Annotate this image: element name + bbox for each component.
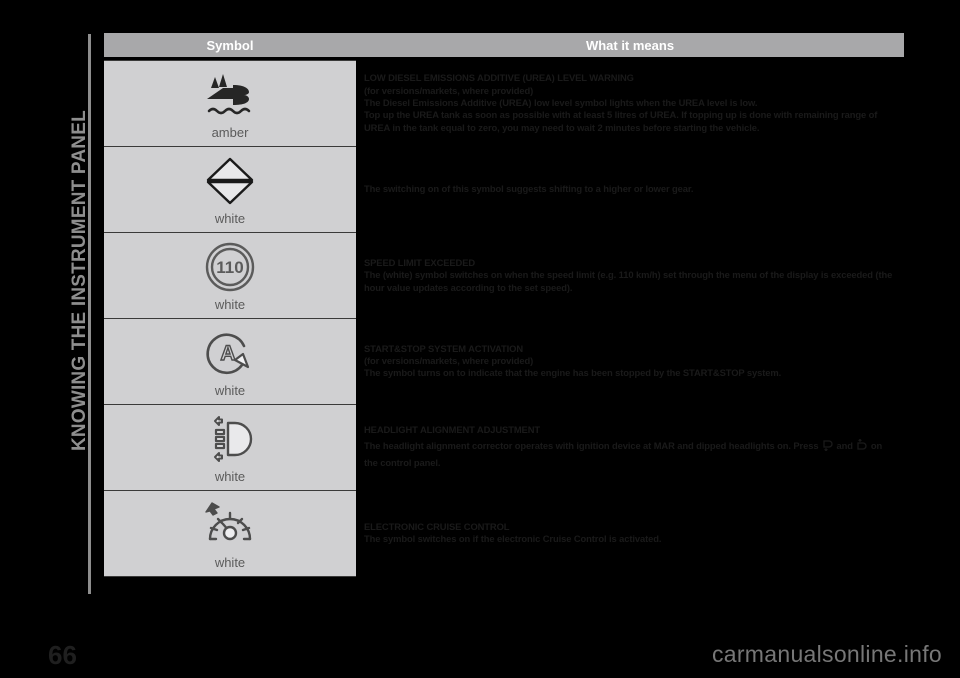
meaning-cell: ELECTRONIC CRUISE CONTROL The symbol swi… xyxy=(356,490,904,577)
watermark: carmanualsonline.info xyxy=(711,641,942,667)
symbol-color-label: white xyxy=(214,469,246,484)
meaning-cell: LOW DIESEL EMISSIONS ADDITIVE (UREA) LEV… xyxy=(356,60,904,147)
cruise-control-icon xyxy=(205,502,252,541)
meaning-title: SPEED LIMIT EXCEEDED xyxy=(364,256,476,268)
meaning-body: The headlight alignment corrector operat… xyxy=(364,437,898,471)
table-row: 110 white SPEED LIMIT EXCEEDED The (whit… xyxy=(104,232,904,319)
column-header-meaning: What it means xyxy=(356,33,904,57)
symbol-color-label: white xyxy=(214,297,246,312)
symbol-cell: white xyxy=(104,490,356,577)
meaning-body-2: Top up the UREA tank as soon as possible… xyxy=(364,109,878,133)
headlight-up-button-icon xyxy=(857,438,867,450)
meaning-body: The (white) symbol switches on when the … xyxy=(364,269,893,293)
symbol-color-label: white xyxy=(214,555,246,570)
table-header: Symbol What it means xyxy=(104,33,904,61)
table-row: white HEADLIGHT ALIGNMENT ADJUSTMENT The… xyxy=(104,404,904,491)
meaning-cell: START&STOP SYSTEM ACTIVATION (for versio… xyxy=(356,318,904,405)
symbol-cell: white xyxy=(104,404,356,491)
gear-shift-indicator-icon xyxy=(206,157,254,205)
speed-limit-exceeded-icon: 110 xyxy=(205,242,255,292)
page-number: 66 xyxy=(48,640,77,670)
symbol-cell: A white xyxy=(104,318,356,405)
meaning-body: The symbol turns on to indicate that the… xyxy=(364,367,782,379)
speed-limit-value: 110 xyxy=(216,258,243,277)
symbol-color-label: amber xyxy=(211,125,249,140)
start-stop-system-icon: A xyxy=(206,333,250,375)
column-header-symbol: Symbol xyxy=(104,33,356,57)
table-row: white ELECTRONIC CRUISE CONTROL The symb… xyxy=(104,490,904,577)
symbol-cell: amber xyxy=(104,60,356,147)
meaning-body: The switching on of this symbol suggests… xyxy=(364,183,694,195)
meaning-cell: HEADLIGHT ALIGNMENT ADJUSTMENT The headl… xyxy=(356,404,904,491)
headlight-alignment-icon xyxy=(214,416,253,462)
meaning-title: ELECTRONIC CRUISE CONTROL xyxy=(364,521,510,533)
meaning-title: START&STOP SYSTEM ACTIVATION xyxy=(364,343,524,354)
table-row: amber LOW DIESEL EMISSIONS ADDITIVE (URE… xyxy=(104,60,904,147)
symbol-cell: 110 white xyxy=(104,232,356,319)
meaning-subtitle: (for versions/markets, where provided) xyxy=(364,355,534,367)
meaning-title: HEADLIGHT ALIGNMENT ADJUSTMENT xyxy=(364,424,540,436)
symbol-color-label: white xyxy=(214,383,246,398)
chapter-rule xyxy=(88,34,91,594)
svg-text:A: A xyxy=(220,342,235,365)
meaning-cell: The switching on of this symbol suggests… xyxy=(356,146,904,233)
meaning-subtitle: (for versions/markets, where provided) xyxy=(364,84,534,96)
symbol-color-label: white xyxy=(214,211,246,226)
table-row: A white START&STOP SYSTEM ACTIVATION (fo… xyxy=(104,318,904,405)
symbol-cell: white xyxy=(104,146,356,233)
headlight-down-button-icon xyxy=(823,439,833,451)
meaning-body-part-1: The headlight alignment corrector operat… xyxy=(364,439,819,451)
page-sidebar: KNOWING THE INSTRUMENT PANEL 66 xyxy=(0,0,100,678)
table-body: amber LOW DIESEL EMISSIONS ADDITIVE (URE… xyxy=(104,60,904,577)
meaning-cell: SPEED LIMIT EXCEEDED The (white) symbol … xyxy=(356,232,904,319)
meaning-title: LOW DIESEL EMISSIONS ADDITIVE (UREA) LEV… xyxy=(364,72,634,84)
symbol-table: Symbol What it means amber LOW DIESEL EM… xyxy=(104,33,904,577)
meaning-body: The Diesel Emissions Additive (UREA) low… xyxy=(364,96,758,108)
meaning-body: The symbol switches on if the electronic… xyxy=(364,533,662,545)
urea-low-level-icon xyxy=(207,74,251,115)
meaning-body-part-2: and xyxy=(836,439,853,451)
table-row: white The switching on of this symbol su… xyxy=(104,146,904,233)
